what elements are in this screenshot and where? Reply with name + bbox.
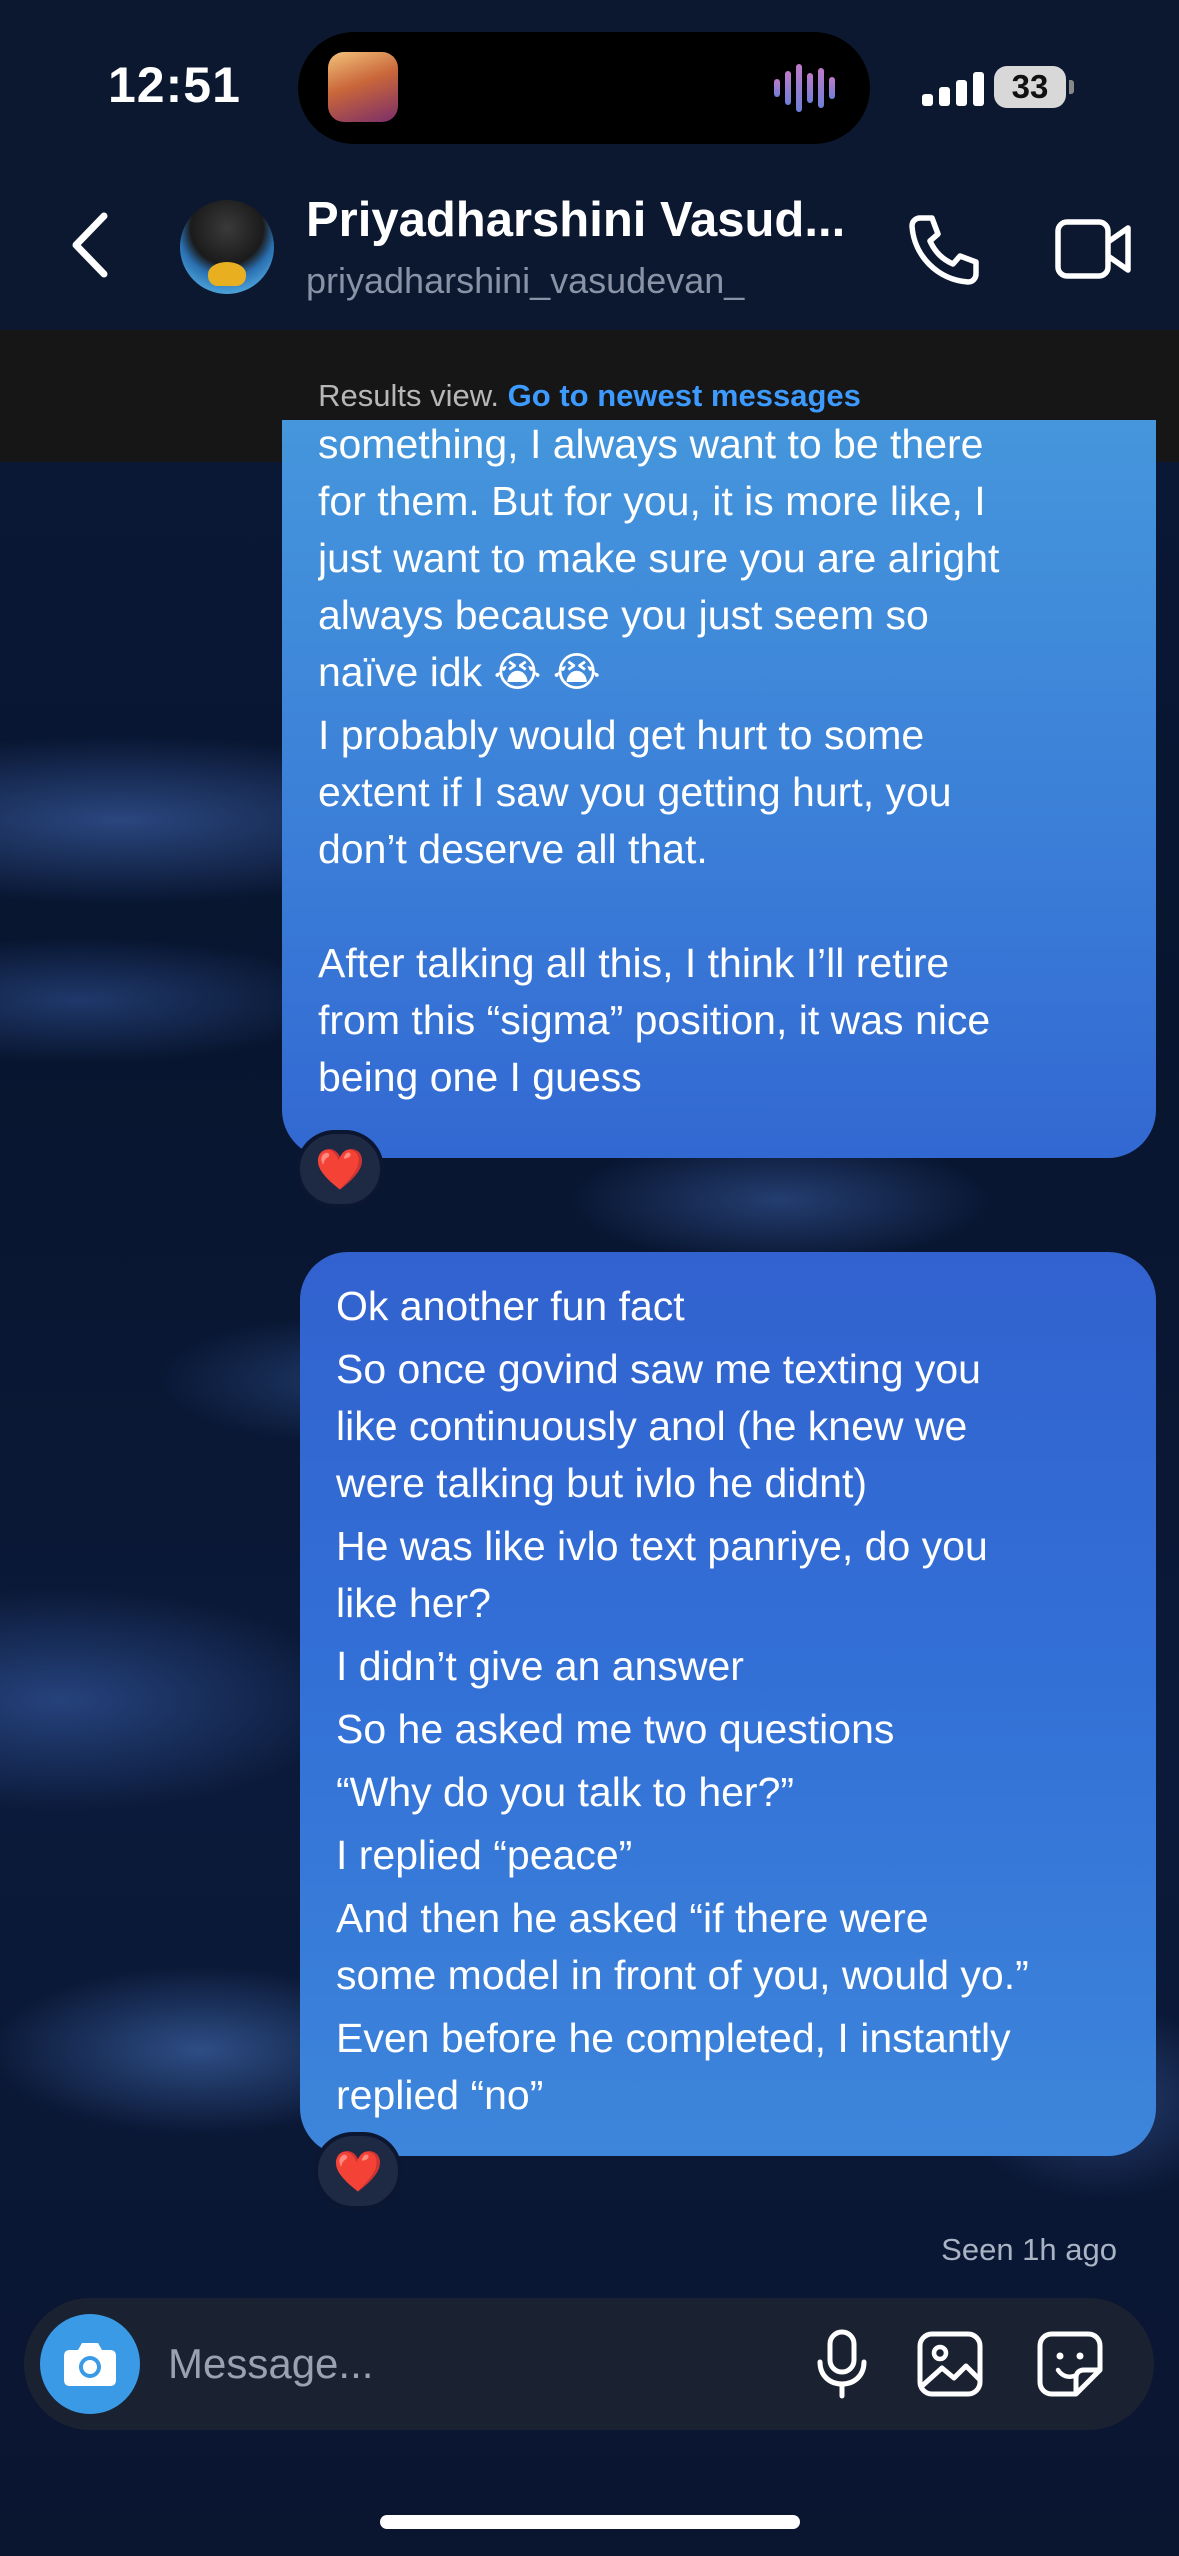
message-line: like continuously anol (he knew we (336, 1403, 968, 1449)
message-line: just want to make sure you are alright (318, 535, 1000, 581)
video-call-icon (1055, 219, 1131, 279)
seen-status: Seen 1h ago (941, 2232, 1117, 2267)
camera-button[interactable] (40, 2314, 140, 2414)
message-line: So he asked me two questions (336, 1706, 895, 1752)
message-line: And then he asked “if there were (336, 1895, 929, 1941)
microphone-icon (817, 2329, 867, 2399)
battery-indicator: 33 (994, 66, 1066, 108)
message-line: were talking but ivlo he didnt) (336, 1460, 868, 1506)
video-call-button[interactable] (1054, 214, 1132, 284)
message-line: Ok another fun fact (336, 1283, 685, 1329)
message-line-blank (318, 878, 1120, 935)
top-header-area: 12:51 33 Priyadharshini Vasud... priyadh… (0, 0, 1179, 330)
message-line: being one I guess (318, 1054, 642, 1100)
message-line: extent if I saw you getting hurt, you (318, 769, 952, 815)
gallery-icon (917, 2331, 983, 2397)
message-line: replied “no” (336, 2072, 544, 2118)
message-line: He was like ivlo text panriye, do you (336, 1523, 988, 1569)
dynamic-island[interactable] (298, 32, 870, 144)
status-time: 12:51 (108, 57, 241, 113)
back-icon (72, 212, 108, 278)
heart-reaction[interactable]: ❤️ (314, 2132, 402, 2210)
back-button[interactable] (64, 210, 124, 280)
message-line: don’t deserve all that. (318, 826, 708, 872)
message-line: always because you just seem so (318, 592, 929, 638)
home-indicator[interactable] (380, 2515, 800, 2529)
go-to-newest-link[interactable]: Go to newest messages (508, 378, 861, 413)
battery-tip (1069, 80, 1074, 94)
message-bubble[interactable]: Ok another fun fact So once govind saw m… (300, 1252, 1156, 2156)
message-bubble[interactable]: something, I always want to be there for… (282, 420, 1156, 1158)
contact-handle[interactable]: priyadharshini_vasudevan_ (306, 260, 744, 302)
message-line: naïve idk 😭 😭 (318, 649, 601, 695)
message-line: “Why do you talk to her?” (336, 1769, 795, 1815)
results-view-label: Results view. (318, 378, 500, 413)
message-composer (24, 2298, 1154, 2430)
message-line: So once govind saw me texting you (336, 1346, 981, 1392)
cellular-signal-icon (922, 70, 984, 106)
audio-call-button[interactable] (906, 212, 982, 288)
message-text-block: something, I always want to be there for… (318, 420, 1120, 1158)
message-line: After talking all this, I think I’ll ret… (318, 940, 950, 986)
message-input[interactable] (168, 2336, 668, 2392)
message-line: for them. But for you, it is more like, … (318, 478, 986, 524)
message-line: I didn’t give an answer (336, 1643, 744, 1689)
message-line: some model in front of you, would yo.” (336, 1952, 1029, 1998)
audio-waveform-icon (774, 62, 840, 114)
message-line: I replied “peace” (336, 1832, 633, 1878)
phone-icon (909, 215, 979, 285)
heart-reaction[interactable]: ❤️ (296, 1130, 384, 1208)
gallery-button[interactable] (914, 2328, 986, 2400)
camera-icon (64, 2343, 116, 2386)
message-line: Even before he completed, I instantly (336, 2015, 1011, 2061)
sticker-icon (1037, 2331, 1103, 2397)
now-playing-thumbnail (328, 52, 398, 122)
contact-name[interactable]: Priyadharshini Vasud... (306, 192, 866, 248)
contact-avatar[interactable] (180, 200, 274, 294)
sticker-button[interactable] (1034, 2328, 1106, 2400)
message-line: something, I always want to be there (318, 421, 984, 467)
message-line: from this “sigma” position, it was nice (318, 997, 991, 1043)
message-line: like her? (336, 1580, 491, 1626)
message-line: I probably would get hurt to some (318, 712, 925, 758)
voice-message-button[interactable] (806, 2328, 878, 2400)
